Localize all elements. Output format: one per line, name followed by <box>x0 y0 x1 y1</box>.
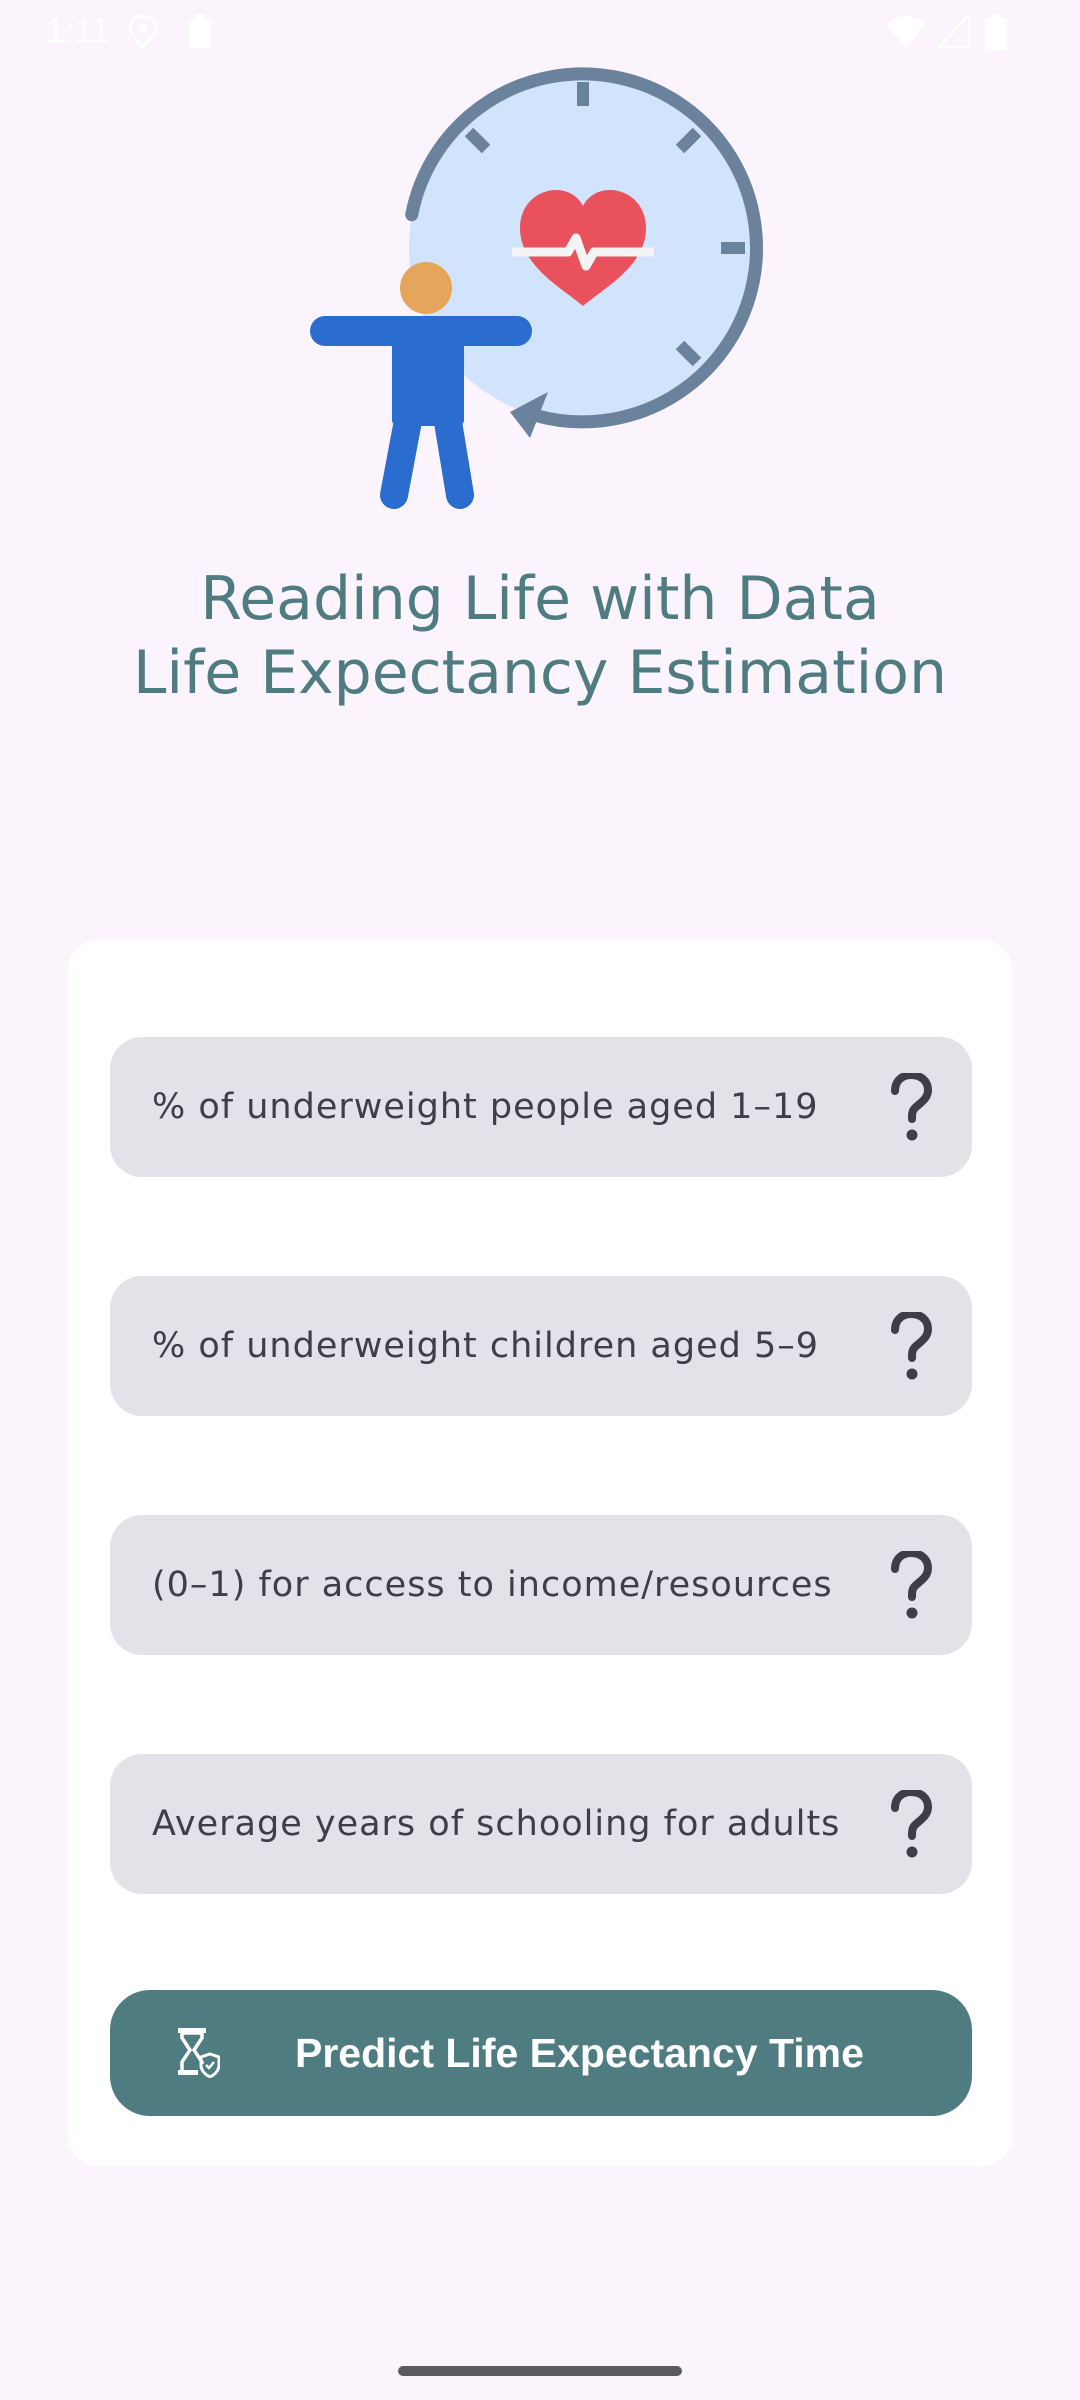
help-icon[interactable] <box>888 1551 934 1621</box>
home-indicator[interactable] <box>398 2366 682 2376</box>
person-head <box>400 262 452 314</box>
help-icon[interactable] <box>888 1790 934 1860</box>
location-icon <box>128 14 158 48</box>
underweight-5-9-field[interactable]: % of underweight children aged 5–9 <box>110 1276 972 1416</box>
status-time: 1:11 <box>46 12 110 50</box>
person-leg <box>432 396 474 509</box>
page-title: Reading Life with Data Life Expectancy E… <box>0 562 1080 710</box>
life-expectancy-illustration <box>310 67 763 509</box>
help-icon[interactable] <box>888 1073 934 1143</box>
field-placeholder: (0–1) for access to income/resources <box>152 1565 833 1605</box>
status-bar: 1:11 <box>0 0 1080 64</box>
predict-button-label: Predict Life Expectancy Time <box>295 2030 864 2076</box>
schooling-years-field[interactable]: Average years of schooling for adults <box>110 1754 972 1894</box>
underweight-1-19-field[interactable]: % of underweight people aged 1–19 <box>110 1037 972 1177</box>
income-resources-field[interactable]: (0–1) for access to income/resources <box>110 1515 972 1655</box>
signal-icon <box>938 14 970 48</box>
hourglass-shield-icon <box>178 2028 220 2078</box>
title-line-1: Reading Life with Data <box>200 564 880 634</box>
wifi-icon <box>886 16 926 48</box>
help-icon[interactable] <box>888 1312 934 1382</box>
field-placeholder: % of underweight children aged 5–9 <box>152 1326 820 1366</box>
battery-icon <box>985 14 1007 50</box>
battery-saver-icon <box>189 14 211 48</box>
field-placeholder: % of underweight people aged 1–19 <box>152 1087 819 1127</box>
field-placeholder: Average years of schooling for adults <box>152 1804 841 1844</box>
person-leg <box>380 396 424 509</box>
title-line-2: Life Expectancy Estimation <box>132 638 947 708</box>
predict-button[interactable]: Predict Life Expectancy Time <box>110 1990 972 2116</box>
